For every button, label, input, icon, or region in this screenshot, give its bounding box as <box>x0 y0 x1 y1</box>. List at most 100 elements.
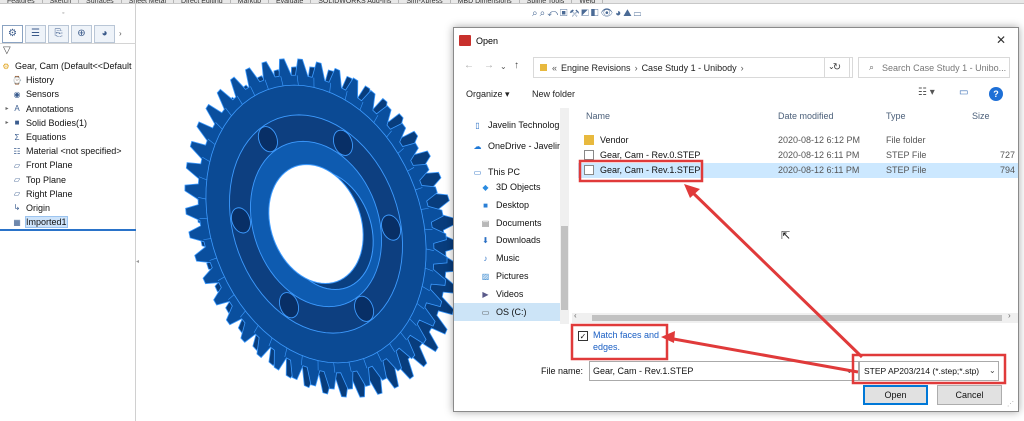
tree-item[interactable]: ↳ Origin <box>0 201 136 215</box>
command-tab[interactable]: Sim-Xpress <box>399 0 451 3</box>
property-manager-tab[interactable]: ☰ <box>25 24 46 43</box>
zoom-to-fit-icon[interactable]: ⌕ <box>532 8 540 19</box>
column-header-type[interactable]: Type <box>886 111 906 121</box>
command-tab[interactable]: MBD Dimensions <box>451 0 520 3</box>
address-bar[interactable]: « Engine Revisions › Case Study 1 - Unib… <box>533 57 853 78</box>
configuration-manager-tab[interactable]: ⎘ <box>48 24 69 43</box>
feature-manager-tab[interactable]: ⚙ <box>2 24 23 43</box>
scroll-right-icon[interactable]: › <box>1008 311 1011 320</box>
filter-icon[interactable]: ▽ <box>3 45 11 56</box>
tree-item[interactable]: Σ Equations <box>0 130 136 144</box>
dynamic-annotation-icon[interactable]: ⚒ <box>570 8 582 19</box>
scroll-left-icon[interactable]: ‹ <box>574 311 577 320</box>
nav-item[interactable]: ■ Desktop <box>454 196 568 214</box>
panel-splitter-handle[interactable]: ◂ <box>136 258 139 265</box>
breadcrumb-separator-icon[interactable]: › <box>741 63 744 73</box>
preview-pane-icon[interactable]: ▭ <box>959 87 968 98</box>
change-view-icon[interactable]: ☷ ▾ <box>918 87 935 98</box>
collapse-arrow-icon[interactable]: ◦ <box>62 10 64 17</box>
nav-item[interactable]: ▯ Javelin Technologie <box>454 116 568 134</box>
new-folder-button[interactable]: New folder <box>532 89 575 99</box>
resize-grip-icon[interactable]: ⋰ <box>1007 400 1014 408</box>
column-header-size[interactable]: Size <box>972 111 990 121</box>
nav-pane-scroll-thumb[interactable] <box>561 226 568 310</box>
edit-appearance-icon[interactable]: ◕ <box>615 8 623 19</box>
heads-up-view-toolbar: ⌕⌕↶▣⚒◩◧👁◕⛰▭ <box>532 8 643 19</box>
nav-item[interactable]: ▭ OS (C:) <box>454 303 568 321</box>
previous-view-icon[interactable]: ↶ <box>547 8 560 19</box>
command-tab[interactable]: Features <box>0 0 43 3</box>
display-manager-tab[interactable]: ◕ <box>94 24 115 43</box>
nav-item[interactable]: ◆ 3D Objects <box>454 178 568 196</box>
command-tab[interactable]: Sketch <box>43 0 80 3</box>
back-arrow-icon[interactable]: ← <box>464 60 474 71</box>
dimxpert-manager-tab[interactable]: ⊕ <box>71 24 92 43</box>
command-tab[interactable]: SOLIDWORKS Add-Ins <box>311 0 400 3</box>
open-button[interactable]: Open <box>863 385 928 405</box>
tree-item[interactable]: ▦ Imported1 <box>0 215 136 229</box>
expand-arrow-icon[interactable]: ▸ <box>3 119 11 126</box>
file-type-dropdown-icon[interactable]: ⌄ <box>989 366 996 375</box>
view-settings-icon[interactable]: ▭ <box>634 8 644 19</box>
file-row[interactable]: Gear, Cam - Rev.1.STEP 2020-08-12 6:11 PM… <box>578 163 1018 178</box>
command-tab[interactable]: Evaluate <box>269 0 312 3</box>
help-icon[interactable]: ? <box>989 87 1003 101</box>
command-tab[interactable]: Spline Tools <box>520 0 573 3</box>
command-tab[interactable]: Markup <box>231 0 269 3</box>
display-style-icon[interactable]: ◧ <box>591 8 601 19</box>
equations-icon: Σ <box>14 132 20 142</box>
breadcrumb-case-study[interactable]: Case Study 1 - Unibody <box>642 63 737 73</box>
expand-arrow-icon[interactable]: ▸ <box>3 105 11 112</box>
file-row[interactable]: Vendor 2020-08-12 6:12 PM File folder <box>578 133 1018 148</box>
organize-button[interactable]: Organize ▾ <box>466 89 510 100</box>
close-icon[interactable]: ✕ <box>996 33 1006 47</box>
gear-model-graphic[interactable] <box>176 34 456 414</box>
section-view-icon[interactable]: ▣ <box>560 8 570 19</box>
breadcrumb-engine-revisions[interactable]: Engine Revisions <box>561 63 631 73</box>
match-faces-label[interactable]: Match faces and edges. <box>593 329 673 353</box>
nav-item[interactable]: ☁ OneDrive - Javelin <box>454 137 568 155</box>
file-list-scroll-thumb[interactable] <box>592 315 1002 321</box>
tree-item[interactable]: ▱ Front Plane <box>0 158 136 172</box>
cancel-button[interactable]: Cancel <box>937 385 1002 405</box>
tree-item[interactable]: ▱ Top Plane <box>0 173 136 187</box>
file-name-dropdown-icon[interactable]: ⌄ <box>846 366 853 375</box>
file-type-select[interactable]: STEP AP203/214 (*.step;*.stp) <box>859 361 999 381</box>
apply-scene-icon[interactable]: ⛰ <box>623 8 633 19</box>
nav-item[interactable]: ▨ Pictures <box>454 267 568 285</box>
command-tab[interactable]: Direct Editing <box>174 0 231 3</box>
file-name-input[interactable]: Gear, Cam - Rev.1.STEP <box>589 361 859 381</box>
tree-item[interactable]: ▸ A Annotations <box>0 102 136 116</box>
nav-item[interactable]: ♪ Music <box>454 249 568 267</box>
tree-item[interactable]: ◉ Sensors <box>0 87 136 101</box>
command-tab[interactable]: Surfaces <box>79 0 122 3</box>
command-tab[interactable]: Weld <box>572 0 604 3</box>
tree-item-label: Sensors <box>26 89 60 100</box>
plane-icon: ▱ <box>13 175 21 185</box>
desktop-icon: ■ <box>483 200 488 210</box>
tree-item[interactable]: ⌚ History <box>0 73 136 87</box>
panel-tabs-more-icon[interactable]: › <box>119 29 122 38</box>
nav-item[interactable]: ⬇ Downloads <box>454 231 568 249</box>
recent-locations-chevron-icon[interactable]: ⌄ <box>500 62 507 71</box>
tree-item[interactable]: ⚙ Gear, Cam (Default<<Default <box>0 59 136 73</box>
address-overflow[interactable]: « <box>552 63 557 73</box>
command-tab[interactable]: Sheet Metal <box>122 0 175 3</box>
nav-item[interactable]: ▤ Documents <box>454 214 568 232</box>
tree-item[interactable]: ▱ Right Plane <box>0 187 136 201</box>
column-header-name[interactable]: Name <box>586 111 610 121</box>
rollback-bar[interactable] <box>0 229 136 231</box>
refresh-button[interactable]: ↻ <box>824 57 850 78</box>
forward-arrow-icon[interactable]: → <box>484 60 494 71</box>
file-row[interactable]: Gear, Cam - Rev.0.STEP 2020-08-12 6:11 PM… <box>578 148 1018 163</box>
hide-show-icon[interactable]: 👁 <box>600 8 615 19</box>
search-input[interactable]: ⌕ Search Case Study 1 - Unibo... <box>858 57 1010 78</box>
nav-item[interactable]: ▶ Videos <box>454 285 568 303</box>
match-faces-checkbox[interactable]: ✓ <box>578 331 588 341</box>
tree-item[interactable]: ☷ Material <not specified> <box>0 144 136 158</box>
up-arrow-icon[interactable]: ↑ <box>514 60 519 71</box>
downloads-icon: ⬇ <box>482 235 489 245</box>
view-orientation-icon[interactable]: ◩ <box>581 8 591 19</box>
column-header-date-modified[interactable]: Date modified <box>778 111 834 121</box>
tree-item[interactable]: ▸ ■ Solid Bodies(1) <box>0 116 136 130</box>
